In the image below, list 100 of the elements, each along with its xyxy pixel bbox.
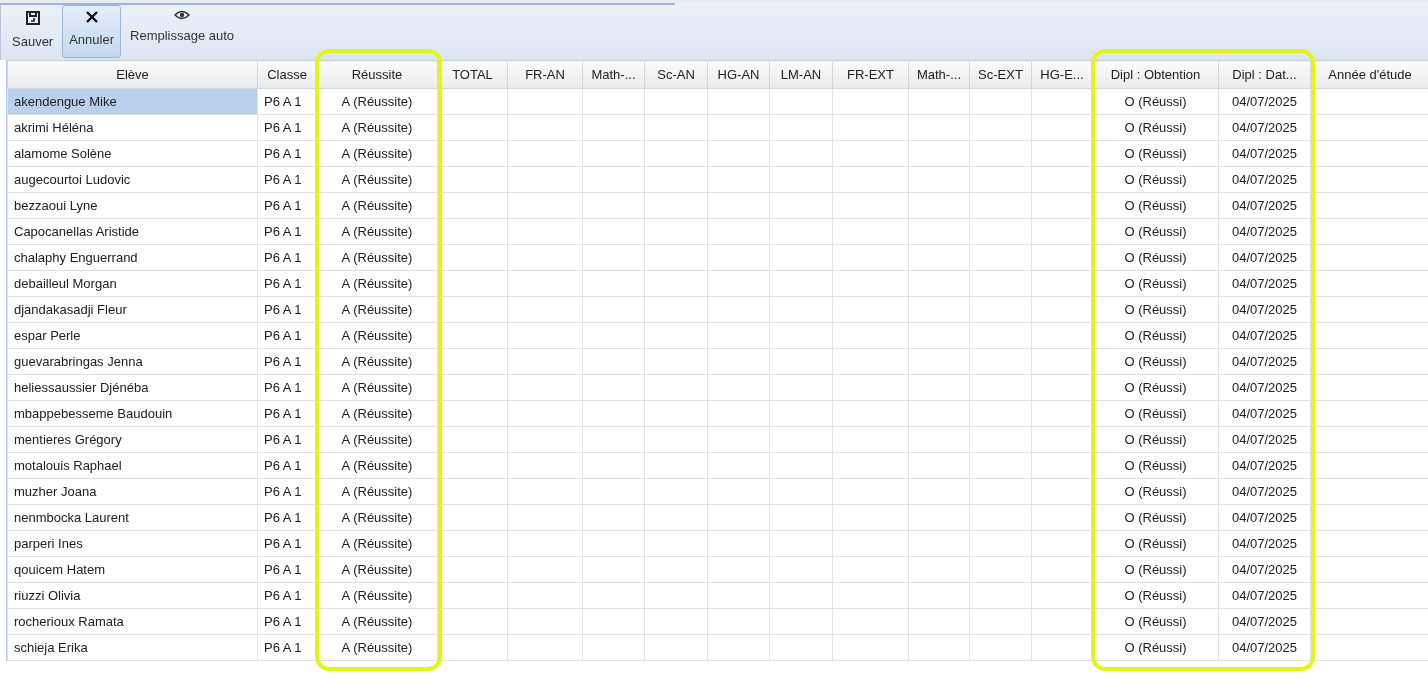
table-cell: 04/07/2025 (1218, 270, 1311, 297)
eye-icon (174, 10, 191, 20)
column-header[interactable]: Dipl : Obtention (1092, 60, 1219, 89)
student-name-cell[interactable]: rocherioux Ramata (7, 608, 258, 635)
table-cell: A (Réussite) (316, 270, 438, 297)
table-cell: 04/07/2025 (1218, 478, 1311, 505)
toolbar-button[interactable]: Remplissage auto (123, 5, 242, 58)
student-name-cell[interactable]: schieja Erika (7, 634, 258, 661)
student-name-cell[interactable]: Capocanellas Aristide (7, 218, 258, 245)
table-cell: 04/07/2025 (1218, 608, 1311, 635)
student-name-cell[interactable]: parperi Ines (7, 530, 258, 557)
student-name-cell[interactable]: augecourtoi Ludovic (7, 166, 258, 193)
table-cell: A (Réussite) (316, 322, 438, 349)
table-cell: 04/07/2025 (1218, 556, 1311, 583)
table-cell: O (Réussi) (1092, 348, 1219, 375)
table-cell: O (Réussi) (1092, 608, 1219, 635)
table-cell: 04/07/2025 (1218, 348, 1311, 375)
table-cell: 04/07/2025 (1218, 582, 1311, 609)
table-cell: 04/07/2025 (1218, 114, 1311, 141)
column-header[interactable]: Math-... (908, 60, 970, 89)
table-cell: O (Réussi) (1092, 244, 1219, 271)
column-header[interactable]: Réussite (316, 60, 438, 89)
table-cell: O (Réussi) (1092, 374, 1219, 401)
table-cell: 04/07/2025 (1218, 88, 1311, 115)
table-cell: 04/07/2025 (1218, 244, 1311, 271)
table-cell: O (Réussi) (1092, 192, 1219, 219)
table-cell: O (Réussi) (1092, 556, 1219, 583)
table-cell: 04/07/2025 (1218, 400, 1311, 427)
table-cell: A (Réussite) (316, 530, 438, 557)
student-name-cell[interactable]: akendengue Mike (7, 88, 258, 115)
table-cell: A (Réussite) (316, 426, 438, 453)
table-cell: 04/07/2025 (1218, 322, 1311, 349)
table-cell: O (Réussi) (1092, 400, 1219, 427)
table-cell: O (Réussi) (1092, 582, 1219, 609)
table-cell: 04/07/2025 (1218, 166, 1311, 193)
close-icon (84, 10, 99, 24)
column-header[interactable]: HG-E... (1031, 60, 1093, 89)
column-header[interactable]: FR-EXT (832, 60, 909, 89)
table-cell: A (Réussite) (316, 88, 438, 115)
table-cell: O (Réussi) (1092, 114, 1219, 141)
table-cell: O (Réussi) (1092, 478, 1219, 505)
table-cell: A (Réussite) (316, 582, 438, 609)
student-name-cell[interactable]: mentieres Grégory (7, 426, 258, 453)
column-header[interactable]: Sc-EXT (969, 60, 1032, 89)
table-cell: 04/07/2025 (1218, 634, 1311, 661)
column-header[interactable]: Elève (7, 60, 258, 89)
column-header[interactable]: Sc-AN (644, 60, 708, 89)
table-cell: A (Réussite) (316, 374, 438, 401)
table-cell: 04/07/2025 (1218, 426, 1311, 453)
table-cell: A (Réussite) (316, 348, 438, 375)
student-name-cell[interactable]: chalaphy Enguerrand (7, 244, 258, 271)
column-header[interactable]: Classe (257, 60, 317, 89)
student-name-cell[interactable]: riuzzi Olivia (7, 582, 258, 609)
student-name-cell[interactable]: espar Perle (7, 322, 258, 349)
table-cell: O (Réussi) (1092, 426, 1219, 453)
student-name-cell[interactable]: djandakasadji Fleur (7, 296, 258, 323)
student-name-cell[interactable]: nenmbocka Laurent (7, 504, 258, 531)
table-cell: O (Réussi) (1092, 530, 1219, 557)
student-name-cell[interactable]: muzher Joana (7, 478, 258, 505)
student-name-cell[interactable]: guevarabringas Jenna (7, 348, 258, 375)
table-cell: O (Réussi) (1092, 140, 1219, 167)
student-name-cell[interactable]: heliessaussier Djénéba (7, 374, 258, 401)
table-cell: A (Réussite) (316, 400, 438, 427)
table-cell: 04/07/2025 (1218, 452, 1311, 479)
table-cell: A (Réussite) (316, 478, 438, 505)
table-cell: O (Réussi) (1092, 88, 1219, 115)
toolbar-button[interactable]: Sauver (5, 5, 61, 58)
student-name-cell[interactable]: motalouis Raphael (7, 452, 258, 479)
table-cell: 04/07/2025 (1218, 504, 1311, 531)
toolbar-button[interactable]: Annuler (62, 5, 121, 58)
column-header[interactable]: LM-AN (769, 60, 833, 89)
student-name-cell[interactable]: alamome Solène (7, 140, 258, 167)
table-cell: 04/07/2025 (1218, 140, 1311, 167)
table-cell: 04/07/2025 (1218, 530, 1311, 557)
table-cell: A (Réussite) (316, 166, 438, 193)
table-cell: 04/07/2025 (1218, 218, 1311, 245)
column-header[interactable]: FR-AN (507, 60, 583, 89)
table-cell: O (Réussi) (1092, 452, 1219, 479)
table-cell: A (Réussite) (316, 556, 438, 583)
student-name-cell[interactable]: bezzaoui Lyne (7, 192, 258, 219)
save-icon (24, 10, 41, 26)
column-header[interactable]: HG-AN (707, 60, 770, 89)
table-cell: O (Réussi) (1092, 296, 1219, 323)
student-name-cell[interactable]: debailleul Morgan (7, 270, 258, 297)
table-cell: A (Réussite) (316, 504, 438, 531)
table-cell: O (Réussi) (1092, 166, 1219, 193)
student-name-cell[interactable]: akrimi Héléna (7, 114, 258, 141)
table-cell: 04/07/2025 (1218, 374, 1311, 401)
table-cell: A (Réussite) (316, 114, 438, 141)
table-cell: 04/07/2025 (1218, 192, 1311, 219)
student-name-cell[interactable]: mbappebesseme Baudouin (7, 400, 258, 427)
table-cell: A (Réussite) (316, 192, 438, 219)
column-header[interactable]: Math-... (582, 60, 645, 89)
table-cell: A (Réussite) (316, 218, 438, 245)
column-header[interactable]: Dipl : Dat... (1218, 60, 1311, 89)
table-cell: O (Réussi) (1092, 270, 1219, 297)
table-cell: O (Réussi) (1092, 218, 1219, 245)
table-cell: A (Réussite) (316, 244, 438, 271)
student-name-cell[interactable]: qouicem Hatem (7, 556, 258, 583)
table-cell: 04/07/2025 (1218, 296, 1311, 323)
